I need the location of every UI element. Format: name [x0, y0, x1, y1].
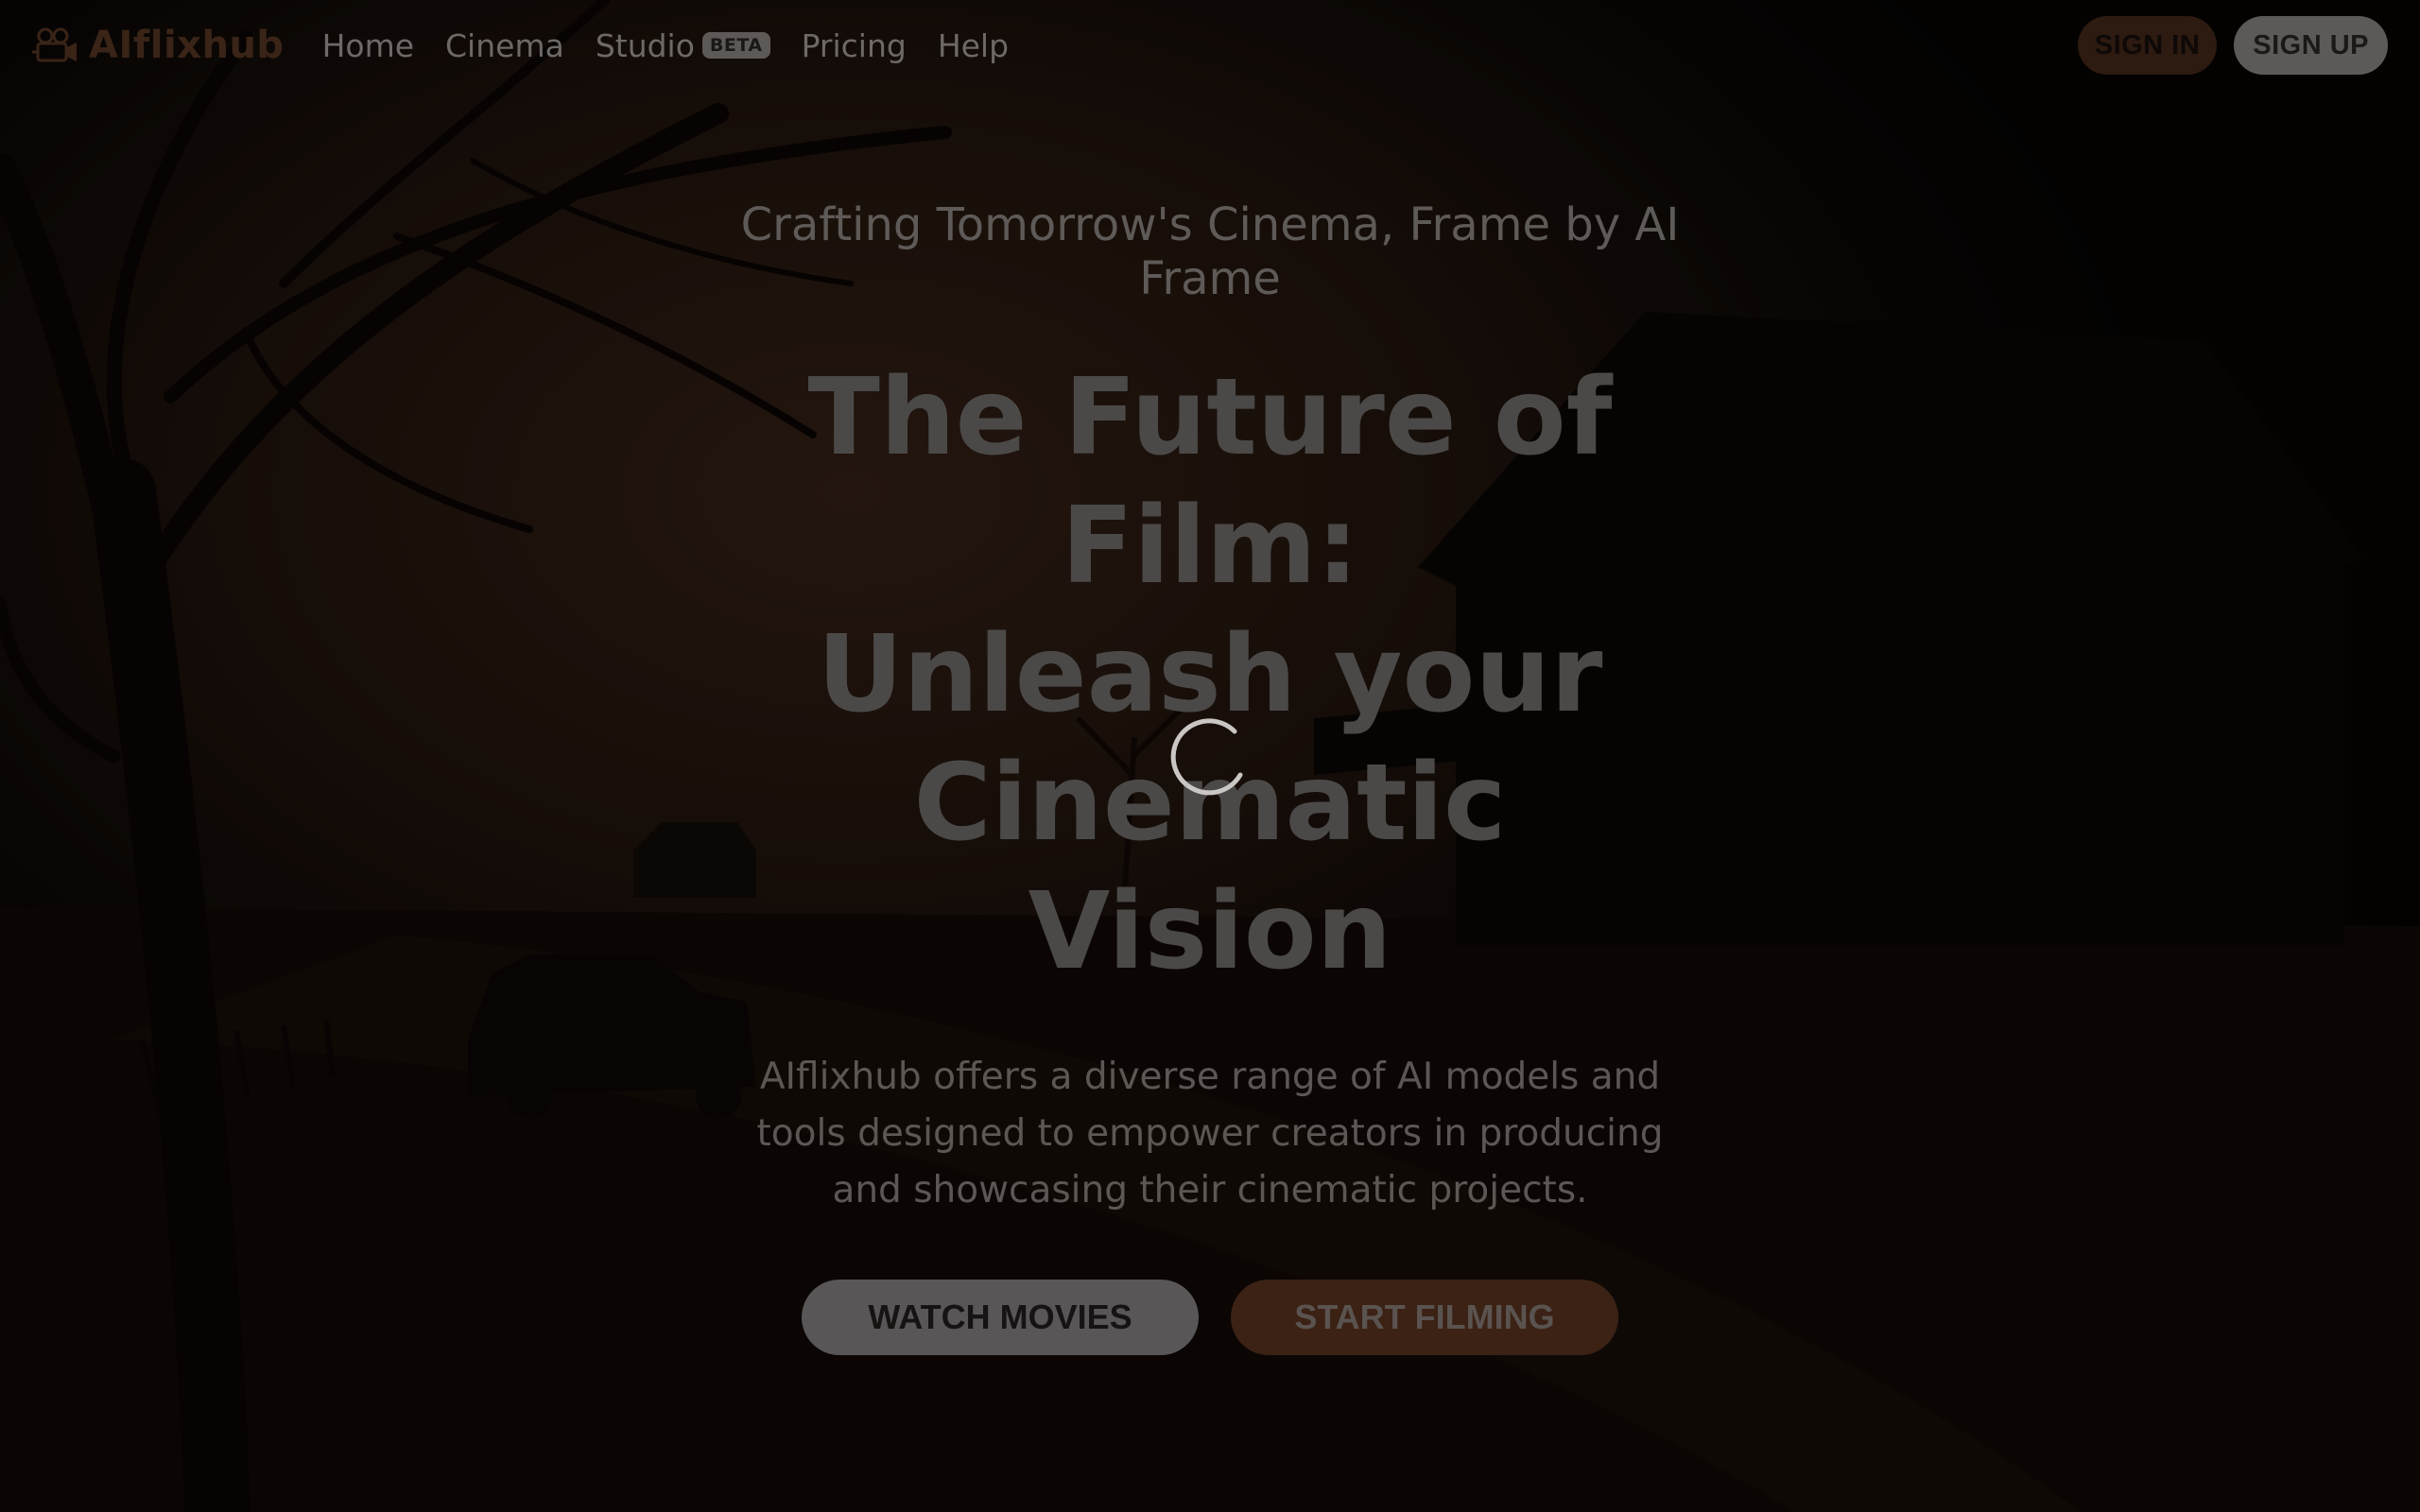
film-camera-icon: [32, 27, 77, 62]
page: AIflixhub Home Cinema Studio BETA Pricin…: [0, 0, 2420, 1512]
beta-badge: BETA: [701, 32, 770, 59]
hero-cta-row: WATCH MOVIES START FILMING: [0, 1280, 2420, 1355]
start-filming-button[interactable]: START FILMING: [1231, 1280, 1618, 1355]
nav-link-help[interactable]: Help: [938, 27, 1009, 64]
nav-links: Home Cinema Studio BETA Pricing Help: [322, 27, 1009, 64]
loading-spinner-icon: [1170, 718, 1243, 796]
auth-buttons: SIGN IN SIGN UP: [2077, 16, 2388, 75]
nav-link-pricing[interactable]: Pricing: [802, 27, 907, 64]
sign-in-button[interactable]: SIGN IN: [2077, 16, 2218, 75]
sign-up-button[interactable]: SIGN UP: [2234, 16, 2388, 75]
hero-description: AIflixhub offers a diverse range of AI m…: [756, 1056, 1664, 1211]
nav-link-studio[interactable]: Studio: [596, 27, 695, 64]
brand-name: AIflixhub: [89, 24, 285, 67]
watch-movies-button[interactable]: WATCH MOVIES: [802, 1280, 1199, 1355]
nav-link-home[interactable]: Home: [322, 27, 414, 64]
hero-headline-line-1: The Future of Film:: [807, 356, 1613, 608]
top-navigation: AIflixhub Home Cinema Studio BETA Pricin…: [0, 0, 2420, 91]
nav-link-studio-group[interactable]: Studio BETA: [596, 27, 770, 64]
nav-link-cinema[interactable]: Cinema: [445, 27, 564, 64]
hero-headline-line-2: Unleash your Cinematic Vision: [817, 613, 1603, 993]
hero-headline: The Future of Film: Unleash your Cinemat…: [737, 353, 1683, 996]
hero-tagline: Crafting Tomorrow's Cinema, Frame by AI …: [740, 198, 1680, 305]
brand-logo[interactable]: AIflixhub: [32, 24, 285, 67]
